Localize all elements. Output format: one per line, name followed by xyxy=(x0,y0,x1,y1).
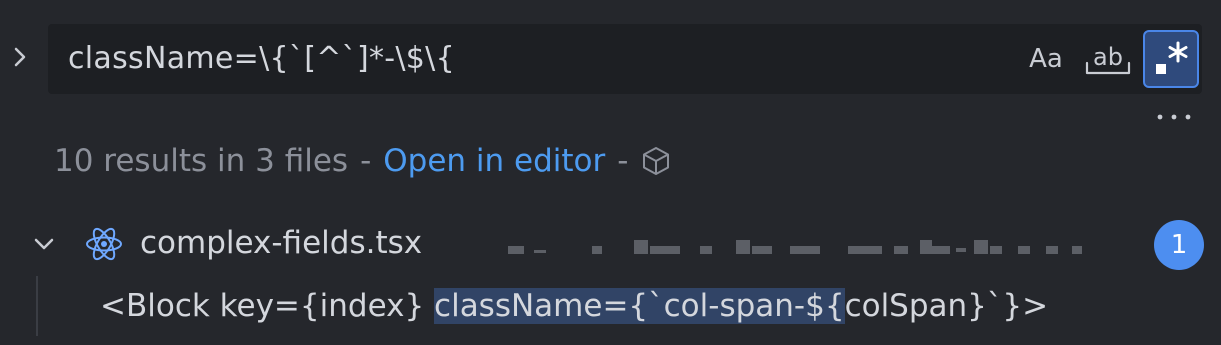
open-in-editor-link[interactable]: Open in editor xyxy=(383,143,605,179)
whole-word-icon: ab xyxy=(1085,43,1131,75)
react-file-icon xyxy=(86,227,122,261)
regex-icon xyxy=(1156,41,1188,74)
whole-word-toggle[interactable]: ab xyxy=(1080,38,1136,80)
more-actions-button[interactable] xyxy=(1150,104,1198,130)
match-line: <Block key={index} className={`col-span-… xyxy=(100,282,1048,330)
match-count-badge: 1 xyxy=(1154,220,1204,270)
whole-word-label: ab xyxy=(1093,43,1123,71)
match-result-row[interactable]: <Block key={index} className={`col-span-… xyxy=(0,276,1221,336)
file-result-row[interactable]: complex-fields.tsx 1 xyxy=(0,214,1221,272)
redacted-file-path xyxy=(508,240,1082,254)
match-case-label: Aa xyxy=(1029,44,1063,74)
match-text-after: colSpan}`}> xyxy=(844,288,1049,324)
regex-toggle[interactable] xyxy=(1143,30,1199,88)
summary-separator-2: - xyxy=(617,143,629,179)
match-highlight: className={`col-span-${ xyxy=(434,288,845,324)
results-count: 10 results in 3 files xyxy=(54,143,349,179)
summary-separator: - xyxy=(360,143,372,179)
match-case-toggle[interactable]: Aa xyxy=(1020,38,1072,80)
tree-indent-guide xyxy=(36,276,38,336)
results-summary: 10 results in 3 files - Open in editor - xyxy=(54,138,672,184)
chevron-right-icon xyxy=(14,47,26,67)
search-input[interactable] xyxy=(68,24,968,94)
chevron-down-icon[interactable] xyxy=(30,230,58,258)
match-text-before: <Block key={index} xyxy=(100,288,435,324)
file-name: complex-fields.tsx xyxy=(140,225,423,261)
search-panel: Aa ab 10 resu xyxy=(0,0,1221,345)
ellipsis-icon xyxy=(1157,114,1191,120)
cube-icon[interactable] xyxy=(640,145,672,177)
search-box: Aa ab xyxy=(48,24,1202,94)
toggle-replace-button[interactable] xyxy=(8,40,32,74)
